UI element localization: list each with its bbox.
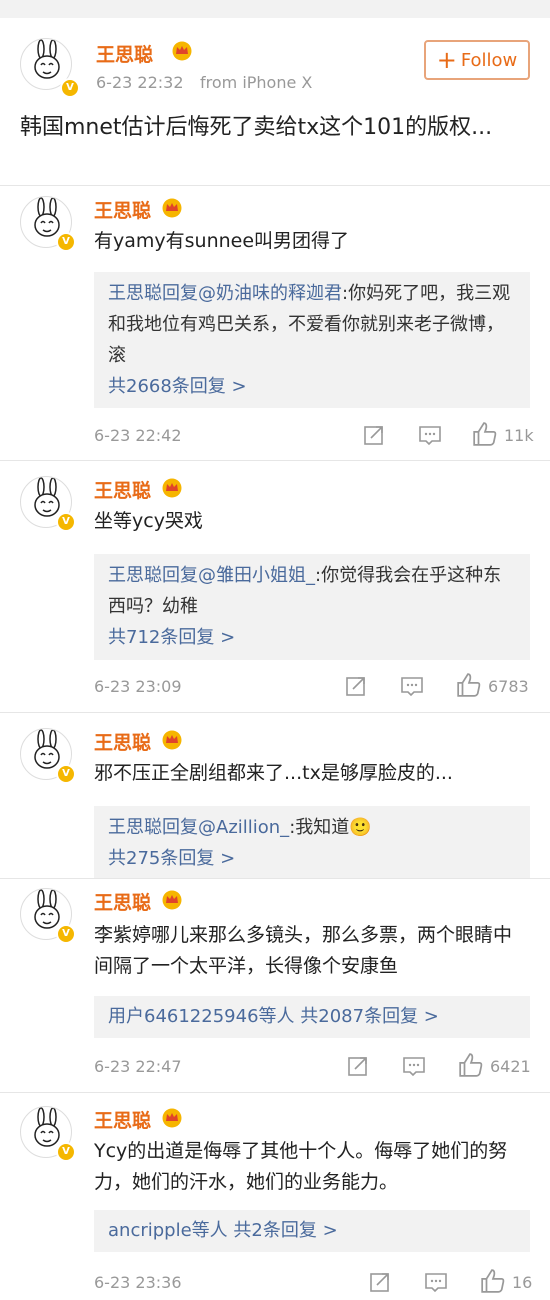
reply-prefix: 王思聪回复 <box>108 565 198 586</box>
divider <box>0 878 550 879</box>
share-icon[interactable] <box>362 423 386 447</box>
comment-time: 6-23 22:47 <box>94 1057 182 1076</box>
comment-time: 6-23 22:42 <box>94 426 182 445</box>
follow-label: Follow <box>460 49 518 71</box>
comment-icon[interactable] <box>400 674 424 698</box>
comment-author[interactable]: 王思聪 <box>94 888 151 915</box>
divider <box>0 460 550 461</box>
comment-time: 6-23 23:09 <box>94 677 182 696</box>
like-icon[interactable] <box>458 1052 484 1078</box>
crown-icon <box>162 198 182 218</box>
verified-badge-icon: V <box>56 232 76 252</box>
crown-icon <box>162 478 182 498</box>
post-text: 韩国mnet估计后悔死了卖给tx这个101的版权... <box>20 115 493 140</box>
comment-time: 6-23 23:36 <box>94 1273 182 1292</box>
comment-text: 有yamy有sunnee叫男团得了 <box>94 230 350 252</box>
plus-icon: + <box>436 46 457 74</box>
comment-text: Ycy的出道是侮辱了其他十个人。侮辱了她们的努力，她们的汗水，她们的业务能力。 <box>94 1140 508 1193</box>
like-count: 6783 <box>488 677 529 696</box>
verified-badge-icon: V <box>56 1142 76 1162</box>
reply-text: 王思聪回复@奶油味的释迦君:你妈死了吧，我三观和我地位有鸡巴关系，不爱看你就别来… <box>108 278 516 371</box>
share-icon[interactable] <box>368 1270 392 1294</box>
comment-icon[interactable] <box>418 423 442 447</box>
crown-icon <box>172 41 192 61</box>
post-source: from iPhone X <box>200 73 313 92</box>
reply-box[interactable]: 用户6461225946等人 共2087条回复 > <box>94 996 530 1038</box>
divider <box>0 1092 550 1093</box>
post-card: V 王思聪 6-23 22:32 from iPhone X + Follow … <box>0 18 550 218</box>
reply-text: 王思聪回复@雏田小姐姐_:你觉得我会在乎这种东西吗？幼稚 <box>108 560 516 622</box>
verified-badge-icon: V <box>56 924 76 944</box>
reply-mention[interactable]: @雏田小姐姐_ <box>198 565 315 586</box>
comment-author[interactable]: 王思聪 <box>94 1106 151 1133</box>
divider <box>0 185 550 186</box>
post-time: 6-23 22:32 <box>96 73 184 92</box>
comment-text: 坐等ycy哭戏 <box>94 510 203 532</box>
more-replies-link[interactable]: ancripple等人 共2条回复 > <box>108 1215 516 1246</box>
reply-prefix: 王思聪回复 <box>108 817 198 838</box>
comment-icon[interactable] <box>402 1054 426 1078</box>
comment-author[interactable]: 王思聪 <box>94 728 151 755</box>
divider <box>0 712 550 713</box>
reply-mention[interactable]: @Azillion_ <box>198 817 289 838</box>
reply-count: 共2条回复 > <box>233 1220 338 1241</box>
like-count: 11k <box>504 426 534 445</box>
reply-body: :我知道🙂 <box>289 817 372 838</box>
reply-box[interactable]: 王思聪回复@奶油味的释迦君:你妈死了吧，我三观和我地位有鸡巴关系，不爱看你就别来… <box>94 272 530 408</box>
more-replies-link[interactable]: 共275条回复 > <box>108 843 516 874</box>
crown-icon <box>162 1108 182 1128</box>
comment-text: 李紫婷哪儿来那么多镜头，那么多票，两个眼睛中间隔了一个太平洋，长得像个安康鱼 <box>94 924 513 977</box>
share-icon[interactable] <box>346 1054 370 1078</box>
author-name[interactable]: 王思聪 <box>96 40 153 67</box>
share-icon[interactable] <box>344 674 368 698</box>
verified-badge-icon: V <box>56 764 76 784</box>
comment-icon[interactable] <box>424 1270 448 1294</box>
verified-badge-icon: V <box>56 512 76 532</box>
like-icon[interactable] <box>480 1268 506 1294</box>
crown-icon <box>162 730 182 750</box>
crown-icon <box>162 890 182 910</box>
verified-badge-icon: V <box>60 78 80 98</box>
top-strip <box>0 0 550 18</box>
reply-prefix: 王思聪回复 <box>108 283 198 304</box>
follow-button[interactable]: + Follow <box>424 40 530 80</box>
like-count: 16 <box>512 1273 533 1292</box>
comment-author[interactable]: 王思聪 <box>94 196 151 223</box>
reply-text: 王思聪回复@Azillion_:我知道🙂 <box>108 812 516 843</box>
reply-box[interactable]: 王思聪回复@Azillion_:我知道🙂 共275条回复 > <box>94 806 530 878</box>
more-replies-link[interactable]: 用户6461225946等人 共2087条回复 > <box>108 1001 516 1032</box>
like-count: 6421 <box>490 1057 531 1076</box>
like-icon[interactable] <box>456 672 482 698</box>
like-icon[interactable] <box>472 421 498 447</box>
reply-box[interactable]: 王思聪回复@雏田小姐姐_:你觉得我会在乎这种东西吗？幼稚 共712条回复 > <box>94 554 530 660</box>
more-replies-link[interactable]: 共712条回复 > <box>108 622 516 653</box>
reply-count: 共2087条回复 > <box>300 1006 439 1027</box>
reply-users: 用户6461225946等人 <box>108 1006 295 1027</box>
reply-box[interactable]: ancripple等人 共2条回复 > <box>94 1210 530 1252</box>
reply-users: ancripple等人 <box>108 1220 228 1241</box>
comment-author[interactable]: 王思聪 <box>94 476 151 503</box>
comment-text: 邪不压正全剧组都来了...tx是够厚脸皮的... <box>94 762 453 784</box>
reply-mention[interactable]: @奶油味的释迦君 <box>198 283 342 304</box>
more-replies-link[interactable]: 共2668条回复 > <box>108 371 516 402</box>
